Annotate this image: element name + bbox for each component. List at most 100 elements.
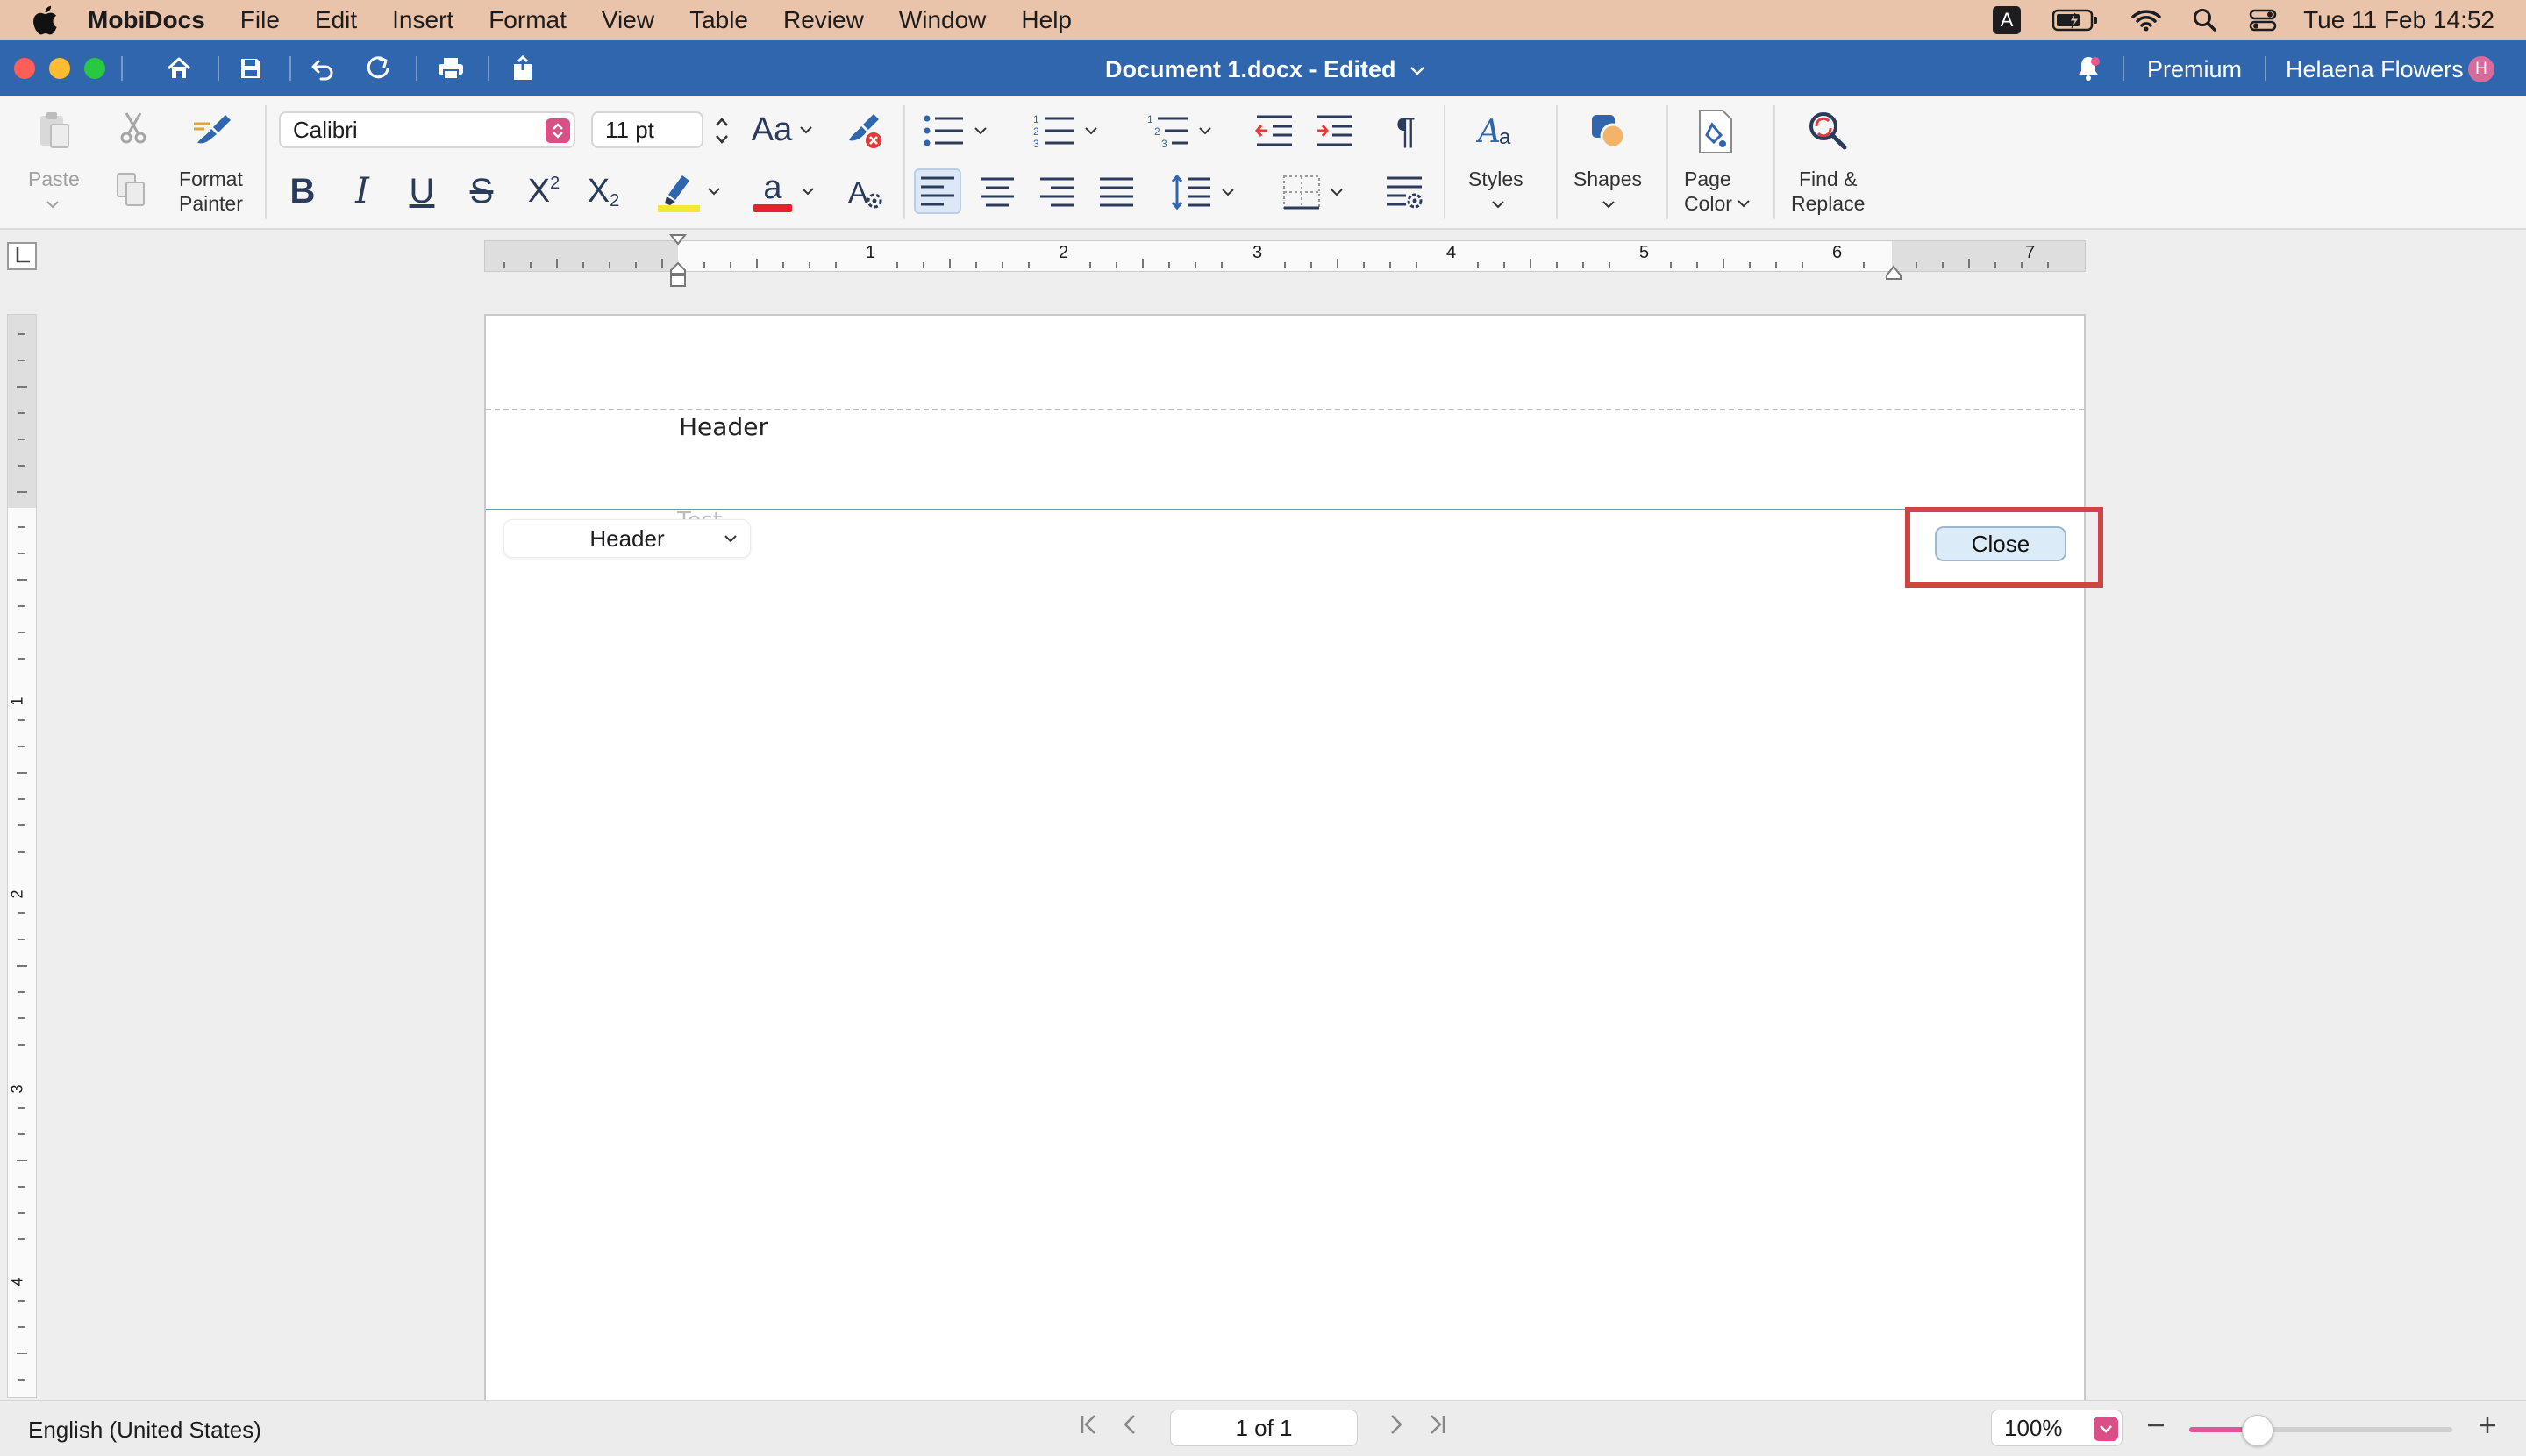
right-indent-marker[interactable] [1884,261,1903,281]
change-case-button[interactable]: Aa [747,109,817,151]
first-line-indent-marker[interactable] [668,233,688,293]
underline-button[interactable]: U [402,168,442,214]
menu-format[interactable]: Format [489,6,567,34]
spotlight-search-icon[interactable] [2193,8,2217,32]
avatar[interactable]: H [2468,56,2494,82]
multilevel-list-button[interactable]: 123 [1142,109,1217,153]
print-icon[interactable] [435,53,467,84]
character-styles-icon[interactable]: A [844,170,888,214]
show-formatting-button[interactable]: ¶ [1386,109,1426,153]
menu-review[interactable]: Review [783,6,864,34]
document-page[interactable]: Header Test Header Close [484,314,2103,1402]
premium-link[interactable]: Premium [2147,56,2242,83]
find-replace-button[interactable] [1802,107,1854,156]
menu-edit[interactable]: Edit [315,6,357,34]
redo-icon[interactable] [363,53,395,84]
clear-formatting-icon[interactable] [842,109,886,153]
line-spacing-button[interactable] [1163,170,1242,214]
superscript-button[interactable]: X2 [521,168,567,214]
document-title[interactable]: Document 1.docx - Edited [1105,56,1425,83]
close-header-button[interactable]: Close [1935,526,2066,561]
zoom-window-button[interactable] [84,58,105,79]
zoom-out-icon[interactable] [2145,1410,2166,1444]
ruler-v-number: 1 [8,696,26,706]
bullet-list-button[interactable] [917,109,993,153]
shapes-icon [1592,115,1626,149]
zoom-slider[interactable] [2189,1415,2452,1446]
font-size-input[interactable]: 11 pt [591,111,703,148]
apple-icon[interactable] [32,5,58,35]
menu-view[interactable]: View [602,6,654,34]
menu-app-name[interactable]: MobiDocs [88,6,205,34]
home-icon[interactable] [163,53,195,84]
notification-bell-icon[interactable] [2075,54,2101,87]
menu-insert[interactable]: Insert [392,6,453,34]
title-bar: Document 1.docx - Edited Premium Helaena… [0,40,2526,96]
increase-indent-icon[interactable] [1312,109,1356,153]
line-spacing-icon [1171,174,1210,211]
font-size-stepper[interactable] [709,111,735,151]
font-color-button[interactable]: a [747,167,821,216]
menu-help[interactable]: Help [1021,6,1072,34]
ribbon-separator [1444,105,1445,219]
first-page-icon[interactable] [1079,1413,1100,1443]
horizontal-ruler[interactable]: 1 2 3 4 5 6 7 [484,240,2086,272]
last-page-icon[interactable] [1426,1413,1447,1443]
control-center-icon[interactable] [2249,8,2277,32]
title-separator [2265,56,2266,81]
share-icon[interactable] [507,53,539,84]
header-options-dropdown[interactable]: Header [503,519,751,558]
highlight-color-button[interactable] [649,167,728,216]
tab-stop-selector[interactable] [7,242,37,270]
next-page-icon[interactable] [1388,1413,1405,1443]
zoom-slider-knob[interactable] [2242,1415,2273,1446]
close-header-label: Close [1971,530,2030,557]
paste-button[interactable] [32,109,77,153]
wifi-icon[interactable] [2131,9,2161,32]
menu-table[interactable]: Table [689,6,748,34]
menu-file[interactable]: File [240,6,280,34]
status-menus: A Tue 11 Feb 14:52 [1961,0,2526,40]
zoom-level-value: 100% [2004,1415,2063,1441]
subscript-button[interactable]: X2 [581,168,626,214]
align-left-button[interactable] [914,168,961,214]
menu-window[interactable]: Window [899,6,987,34]
numbered-list-button[interactable]: 123 [1028,109,1103,153]
minimize-window-button[interactable] [49,58,70,79]
cut-icon[interactable] [116,111,151,146]
zoom-in-icon[interactable] [2477,1410,2498,1444]
shapes-button[interactable] [1584,109,1633,154]
borders-button[interactable] [1274,170,1352,214]
previous-page-icon[interactable] [1121,1413,1138,1443]
shapes-label: Shapes [1573,168,1643,190]
align-right-button[interactable] [1035,170,1079,214]
page-indicator[interactable]: 1 of 1 [1170,1410,1358,1446]
language-indicator[interactable]: English (United States) [28,1417,261,1444]
align-center-button[interactable] [975,170,1019,214]
paragraph-settings-icon[interactable] [1382,170,1426,214]
styles-button[interactable]: Aa [1474,109,1523,154]
header-divider [486,509,2084,510]
ruler-h-number: 1 [866,243,876,262]
decrease-indent-icon[interactable] [1252,109,1296,153]
copy-icon[interactable] [114,170,149,209]
vertical-ruler[interactable]: 1 2 3 4 [7,314,37,1398]
header-text[interactable]: Header [679,412,768,441]
battery-icon[interactable] [2052,8,2100,32]
bold-button[interactable]: B [282,168,323,214]
page-color-button[interactable] [1691,107,1740,156]
input-source-icon[interactable]: A [1993,6,2022,34]
ruler-ticks [503,259,2049,268]
justify-button[interactable] [1095,170,1138,214]
close-window-button[interactable] [14,58,35,79]
zoom-level-select[interactable]: 100% [1991,1410,2123,1446]
format-painter-button[interactable] [189,109,235,151]
header-options-label: Header [589,525,665,552]
strikethrough-button[interactable]: S [461,168,502,214]
undo-icon[interactable] [307,53,339,84]
font-name-select[interactable]: Calibri [279,111,575,148]
user-name[interactable]: Helaena Flowers [2286,56,2464,83]
italic-button[interactable]: I [342,168,382,214]
save-icon[interactable] [235,53,267,84]
menubar-clock[interactable]: Tue 11 Feb 14:52 [2303,6,2494,34]
